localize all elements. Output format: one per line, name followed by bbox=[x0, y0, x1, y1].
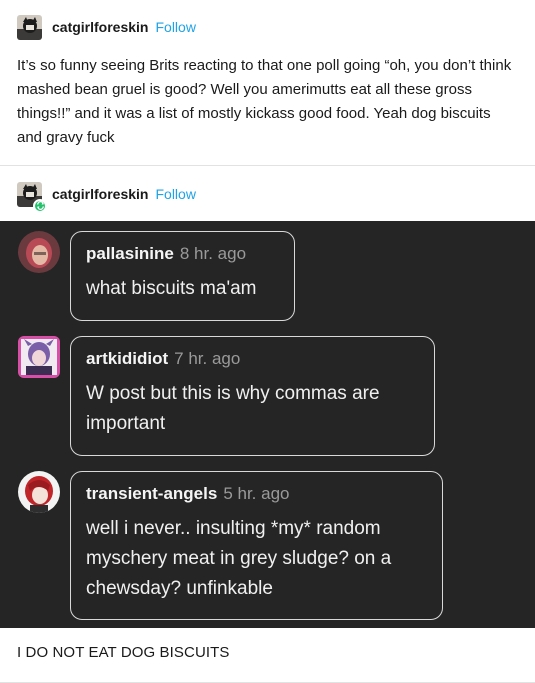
follow-button[interactable]: Follow bbox=[155, 186, 195, 202]
comment-bubble: transient-angels 5 hr. ago well i never..… bbox=[70, 471, 443, 620]
reblog-username[interactable]: catgirlforeskin bbox=[52, 186, 148, 202]
avatar[interactable] bbox=[17, 14, 42, 40]
comment-meta: pallasinine 8 hr. ago bbox=[86, 244, 246, 264]
comment-avatar bbox=[18, 336, 60, 378]
divider bbox=[0, 165, 535, 166]
post-body: It’s so funny seeing Brits reacting to t… bbox=[17, 57, 512, 146]
comment-timestamp: 7 hr. ago bbox=[174, 349, 241, 368]
comment-username[interactable]: transient-angels bbox=[86, 484, 217, 503]
comment-text: well i never.. insulting *my* random mys… bbox=[86, 518, 392, 599]
comment-username[interactable]: pallasinine bbox=[86, 244, 174, 263]
post-header: catgirlforeskin Follow bbox=[17, 14, 196, 40]
reblog-icon bbox=[33, 198, 47, 213]
comment-avatar bbox=[18, 471, 60, 513]
avatar[interactable] bbox=[17, 181, 47, 213]
comment-meta: artkididiot 7 hr. ago bbox=[86, 349, 240, 369]
comment-bubble: pallasinine 8 hr. ago what biscuits ma'am bbox=[70, 231, 295, 321]
reblog-header: catgirlforeskin Follow bbox=[17, 181, 196, 213]
follow-button[interactable]: Follow bbox=[155, 19, 195, 35]
comments-screenshot: pallasinine 8 hr. ago what biscuits ma'am… bbox=[0, 221, 535, 628]
comment-text: W post but this is why commas are import… bbox=[86, 383, 380, 434]
comment-avatar bbox=[18, 231, 60, 273]
comment-timestamp: 5 hr. ago bbox=[223, 484, 290, 503]
post-username[interactable]: catgirlforeskin bbox=[52, 19, 148, 35]
comment-timestamp: 8 hr. ago bbox=[179, 244, 247, 263]
comment-bubble: artkididiot 7 hr. ago W post but this is … bbox=[70, 336, 435, 456]
comment-username[interactable]: artkididiot bbox=[86, 349, 168, 368]
avatar-image bbox=[17, 14, 42, 40]
comment-text: what biscuits ma'am bbox=[86, 278, 257, 299]
reblog-body: I DO NOT EAT DOG BISCUITS bbox=[17, 644, 230, 661]
comment-meta: transient-angels 5 hr. ago bbox=[86, 484, 289, 504]
